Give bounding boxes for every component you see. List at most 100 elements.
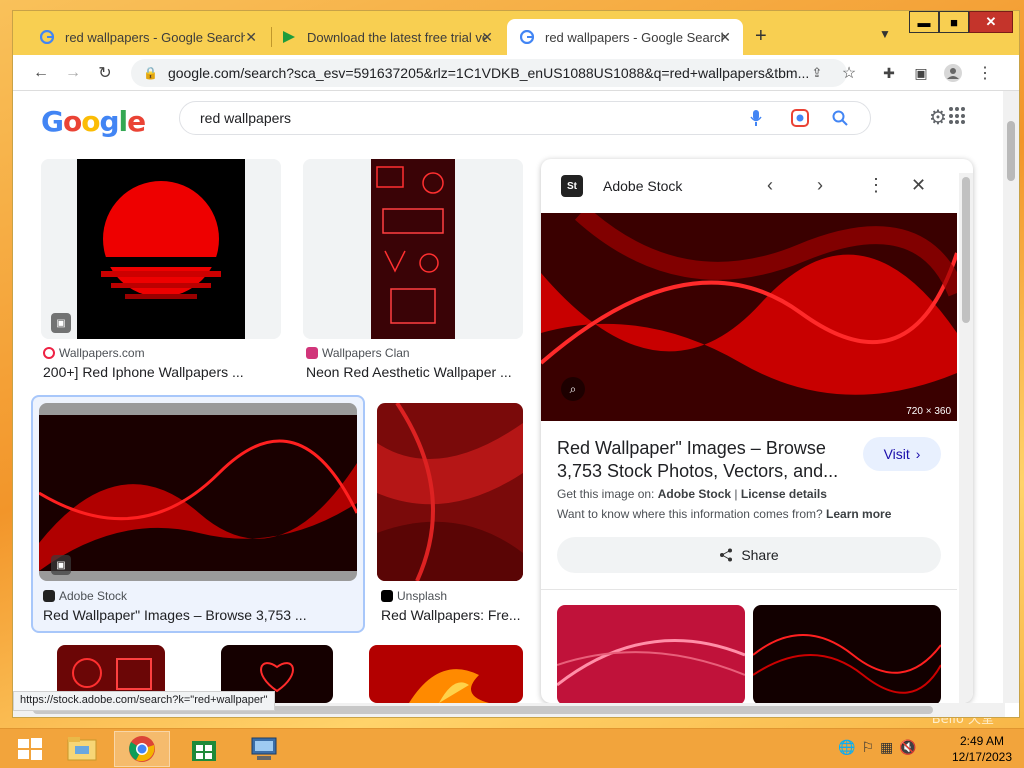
- link-hover-status-bar: https://stock.adobe.com/search?k="red+wa…: [13, 691, 275, 711]
- share-page-icon[interactable]: ⇪: [807, 63, 827, 83]
- system-tray: 🌐 ⚐ ▦ 🔇: [838, 739, 917, 756]
- panel-divider: [541, 589, 957, 590]
- voice-search-mic-icon[interactable]: [747, 109, 765, 127]
- wallpapers-clan-icon: [306, 347, 318, 359]
- chrome-taskbar-icon[interactable]: [114, 731, 170, 767]
- adobe-stock-logo-icon: St: [561, 175, 583, 197]
- result-thumbnail-4[interactable]: [377, 403, 523, 581]
- side-panel-icon[interactable]: ▣: [911, 63, 931, 83]
- result-source[interactable]: Wallpapers.com: [43, 346, 145, 360]
- related-image-1[interactable]: [557, 605, 745, 703]
- result-source[interactable]: Wallpapers Clan: [306, 346, 410, 360]
- license-details-link[interactable]: License details: [741, 487, 827, 501]
- preview-image[interactable]: ⌕ 720 × 360: [541, 213, 957, 421]
- start-button[interactable]: [2, 731, 58, 767]
- network-globe-icon[interactable]: 🌐: [838, 739, 855, 756]
- tab-title: Download the latest free trial ver: [307, 29, 487, 45]
- result-thumbnail-3[interactable]: ▣: [39, 403, 357, 581]
- browser-menu-kebab-icon[interactable]: ⋮: [975, 63, 995, 83]
- tab-2[interactable]: Download the latest free trial ver ✕: [269, 19, 505, 55]
- result-source[interactable]: Unsplash: [381, 589, 447, 603]
- learn-more-link[interactable]: Learn more: [826, 507, 891, 521]
- file-explorer-taskbar-icon[interactable]: [54, 731, 110, 767]
- forward-arrow-icon[interactable]: →: [63, 63, 83, 83]
- network-status-icon[interactable]: ▦: [880, 739, 893, 756]
- tab-search-chevron-icon[interactable]: ▼: [879, 27, 891, 41]
- tab-title: red wallpapers - Google Search: [545, 29, 725, 45]
- address-bar[interactable]: 🔒 google.com/search?sca_esv=591637205&rl…: [131, 59, 847, 87]
- result-title[interactable]: Red Wallpaper" Images – Browse 3,753 ...: [43, 607, 359, 623]
- result-source-label: Unsplash: [397, 589, 448, 603]
- google-logo[interactable]: Google: [41, 105, 146, 138]
- action-center-flag-icon[interactable]: ⚐: [861, 739, 874, 756]
- share-icon: [720, 548, 733, 562]
- taskbar: 🌐 ⚐ ▦ 🔇 2:49 AM 12/17/2023: [0, 728, 1024, 768]
- taskbar-clock[interactable]: 2:49 AM 12/17/2023: [944, 733, 1020, 765]
- result-title[interactable]: Neon Red Aesthetic Wallpaper ...: [306, 364, 524, 380]
- bookmark-star-icon[interactable]: ☆: [839, 63, 859, 83]
- panel-scrollbar[interactable]: [959, 173, 973, 703]
- google-lens-icon[interactable]: [791, 109, 809, 127]
- window-close-button[interactable]: ✕: [969, 11, 1013, 33]
- visual-search-lens-icon[interactable]: ⌕: [561, 377, 585, 401]
- panel-close-icon[interactable]: ✕: [911, 175, 926, 196]
- unsplash-icon: [381, 590, 393, 602]
- settings-gear-icon[interactable]: ⚙: [929, 105, 947, 130]
- wallpapers-com-icon: [43, 347, 55, 359]
- previous-chevron-icon[interactable]: ‹: [767, 175, 773, 196]
- tab-1[interactable]: red wallpapers - Google Search ✕: [27, 19, 269, 55]
- get-image-source-link[interactable]: Adobe Stock: [658, 487, 731, 501]
- download-arrow-icon: [281, 29, 297, 45]
- image-preview-panel: St Adobe Stock ‹ › ⋮ ✕ ⌕ 720 × 360 Red W…: [541, 159, 973, 703]
- result-source[interactable]: Adobe Stock: [43, 589, 127, 603]
- adobe-stock-icon: [43, 590, 55, 602]
- remote-desktop-taskbar-icon[interactable]: [236, 731, 292, 767]
- page-vertical-scrollbar[interactable]: [1003, 91, 1019, 703]
- tab-3-active[interactable]: red wallpapers - Google Search ✕: [507, 19, 743, 55]
- result-source-label: Adobe Stock: [59, 589, 128, 603]
- tab-close-icon[interactable]: ✕: [481, 29, 493, 46]
- result-source-label: Wallpapers.com: [59, 346, 145, 360]
- reload-icon[interactable]: ↻: [95, 63, 115, 83]
- next-chevron-icon[interactable]: ›: [817, 175, 823, 196]
- visit-label: Visit: [883, 446, 910, 462]
- info-prefix: Want to know where this information come…: [557, 507, 823, 521]
- store-taskbar-icon[interactable]: [176, 731, 232, 767]
- share-button[interactable]: Share: [557, 537, 941, 573]
- related-image-2[interactable]: [753, 605, 941, 703]
- search-results-page: Google red wallpapers ⚙ ▣ Wallpapers.com…: [13, 91, 1005, 703]
- google-g-icon: [39, 29, 55, 45]
- search-magnifier-icon[interactable]: [831, 109, 849, 127]
- lock-icon: 🔒: [143, 66, 158, 80]
- new-tab-plus-icon[interactable]: +: [755, 25, 767, 48]
- info-source-line: Want to know where this information come…: [557, 507, 891, 521]
- google-apps-grid-icon[interactable]: [949, 107, 967, 125]
- panel-image-title[interactable]: Red Wallpaper" Images – Browse 3,753 Sto…: [557, 437, 847, 483]
- panel-source-name[interactable]: Adobe Stock: [603, 178, 682, 194]
- tab-close-icon[interactable]: ✕: [245, 29, 257, 46]
- panel-header: St Adobe Stock ‹ › ⋮ ✕: [541, 159, 973, 215]
- clock-date: 12/17/2023: [951, 750, 1013, 764]
- profile-avatar-icon[interactable]: [943, 63, 963, 83]
- extensions-puzzle-icon[interactable]: ✚: [879, 63, 899, 83]
- google-g-icon: [519, 29, 535, 45]
- minimize-button[interactable]: ▬: [909, 11, 939, 33]
- visit-button[interactable]: Visit ›: [863, 437, 941, 471]
- back-arrow-icon[interactable]: ←: [31, 63, 51, 83]
- image-badge-icon: ▣: [51, 313, 71, 333]
- maximize-button[interactable]: ■: [939, 11, 969, 33]
- tab-strip: red wallpapers - Google Search ✕ Downloa…: [13, 11, 1019, 55]
- share-label: Share: [741, 547, 779, 563]
- result-thumbnail-2[interactable]: [303, 159, 523, 339]
- volume-muted-icon[interactable]: 🔇: [899, 739, 916, 756]
- result-title[interactable]: Red Wallpapers: Fre...: [381, 607, 527, 623]
- result-title[interactable]: 200+] Red Iphone Wallpapers ...: [43, 364, 281, 380]
- clock-time: 2:49 AM: [959, 734, 1005, 748]
- panel-more-kebab-icon[interactable]: ⋮: [867, 175, 885, 196]
- result-thumbnail-1[interactable]: ▣: [41, 159, 281, 339]
- result-thumbnail-7[interactable]: [369, 645, 523, 703]
- search-input[interactable]: red wallpapers: [179, 101, 871, 135]
- tab-title: red wallpapers - Google Search: [65, 29, 245, 45]
- result-source-label: Wallpapers Clan: [322, 346, 410, 360]
- tab-close-icon[interactable]: ✕: [719, 29, 731, 46]
